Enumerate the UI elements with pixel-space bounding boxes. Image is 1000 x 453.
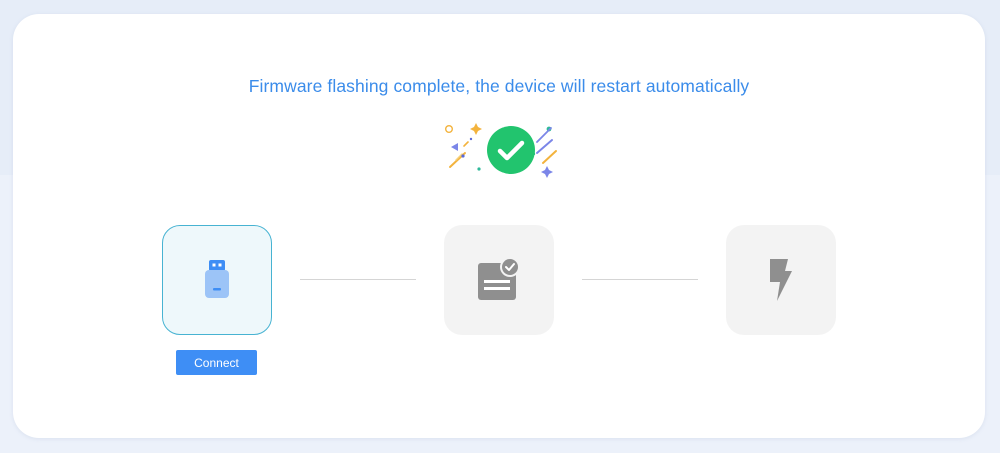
flash-status-card: Firmware flashing complete, the device w… <box>13 14 985 438</box>
step-connect <box>162 225 272 335</box>
connect-button[interactable]: Connect <box>176 350 257 375</box>
step-flash <box>444 225 554 335</box>
step-connector <box>582 279 698 280</box>
document-check-icon <box>478 257 520 300</box>
success-check-icon <box>444 123 557 178</box>
lightning-icon <box>770 259 792 301</box>
status-title: Firmware flashing complete, the device w… <box>248 76 750 96</box>
usb-drive-icon <box>205 260 229 298</box>
step-restart <box>726 225 836 335</box>
step-connector <box>300 279 416 280</box>
